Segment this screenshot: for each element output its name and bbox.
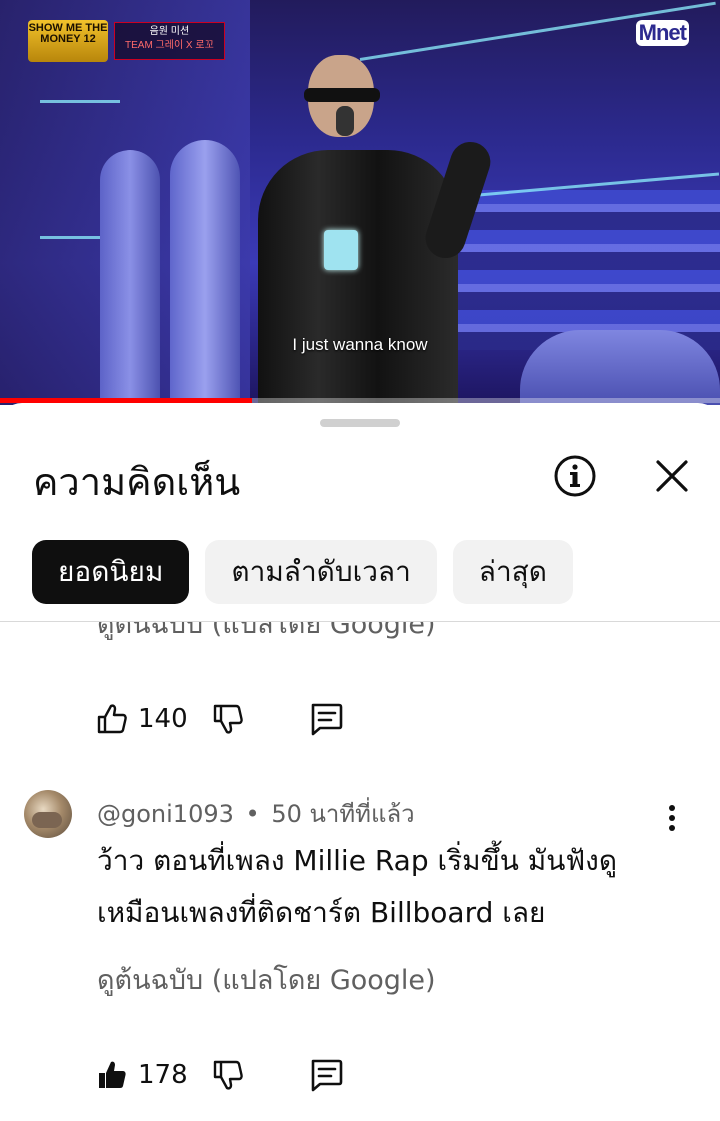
comment-item: @goni1093 • 50 นาทีที่แล้ว ว้าว ตอนที่เพ… [0,790,720,1120]
more-vert-icon [669,805,675,831]
dislike-icon[interactable] [212,703,244,735]
comment-list[interactable]: ดูต้นฉบับ (แปลโดย Google) 140 @goni1093 … [0,622,720,1121]
like-icon[interactable] [96,703,128,735]
comments-sheet: ความคิดเห็น ยอดนิยม ตามลำดับเวลา ล่าสุด … [0,403,720,1121]
comment-actions: 140 [96,702,344,736]
chip-newest[interactable]: ล่าสุด [452,540,573,604]
avatar[interactable] [24,790,72,838]
performer [238,55,496,405]
comment-author[interactable]: @goni1093 [97,800,234,828]
show-logo-badge: SHOW ME THE MONEY 12 [28,20,108,62]
meta-separator: • [245,800,260,828]
pendant [324,230,358,270]
stage-pipe [170,140,240,405]
stage-pipe [100,150,160,405]
reply-icon[interactable] [308,702,344,736]
dislike-icon[interactable] [212,1059,244,1091]
performer-glasses [304,88,380,102]
comment-text: ว้าว ตอนที่เพลง Millie Rap เริ่มขึ้น มัน… [97,844,618,929]
team-label: TEAM 그레이 X 로꼬 [125,40,214,51]
mission-tag: 음원 미션 TEAM 그레이 X 로꼬 [114,22,225,60]
video-caption: I just wanna know [292,335,428,354]
performer-body [258,150,458,405]
comment-actions: 178 [96,1058,344,1092]
chip-chronological[interactable]: ตามลำดับเวลา [205,540,437,604]
reply-icon[interactable] [308,1058,344,1092]
info-button[interactable] [550,451,600,501]
light-beam [40,236,100,239]
see-original-link[interactable]: ดูต้นฉบับ (แปลโดย Google) [97,622,436,645]
show-logo: SHOW ME THE MONEY 12 음원 미션 TEAM 그레이 X 로꼬 [28,20,225,62]
sheet-title: ความคิดเห็น [33,460,241,504]
drag-handle[interactable] [320,419,400,427]
sort-chips: ยอดนิยม ตามลำดับเวลา ล่าสุด [32,540,573,604]
close-button[interactable] [647,451,697,501]
comment-menu-button[interactable] [652,798,692,838]
comment-time: 50 นาทีที่แล้ว [271,800,415,828]
chip-top[interactable]: ยอดนิยม [32,540,190,604]
info-icon [554,455,596,497]
video-player[interactable]: SHOW ME THE MONEY 12 음원 미션 TEAM 그레이 X 로꼬… [0,0,720,405]
channel-logo-text: Mnet [635,20,689,46]
comment-meta: @goni1093 • 50 นาทีที่แล้ว [97,794,415,833]
microphone [336,106,354,136]
close-icon [656,460,688,492]
like-count: 140 [138,704,188,734]
mission-label: 음원 미션 [149,26,190,37]
light-beam [40,100,120,103]
see-original-link[interactable]: ดูต้นฉบับ (แปลโดย Google) [97,958,436,1001]
like-count: 178 [138,1060,188,1090]
channel-logo: Mnet [635,20,690,46]
like-filled-icon[interactable] [96,1059,128,1091]
